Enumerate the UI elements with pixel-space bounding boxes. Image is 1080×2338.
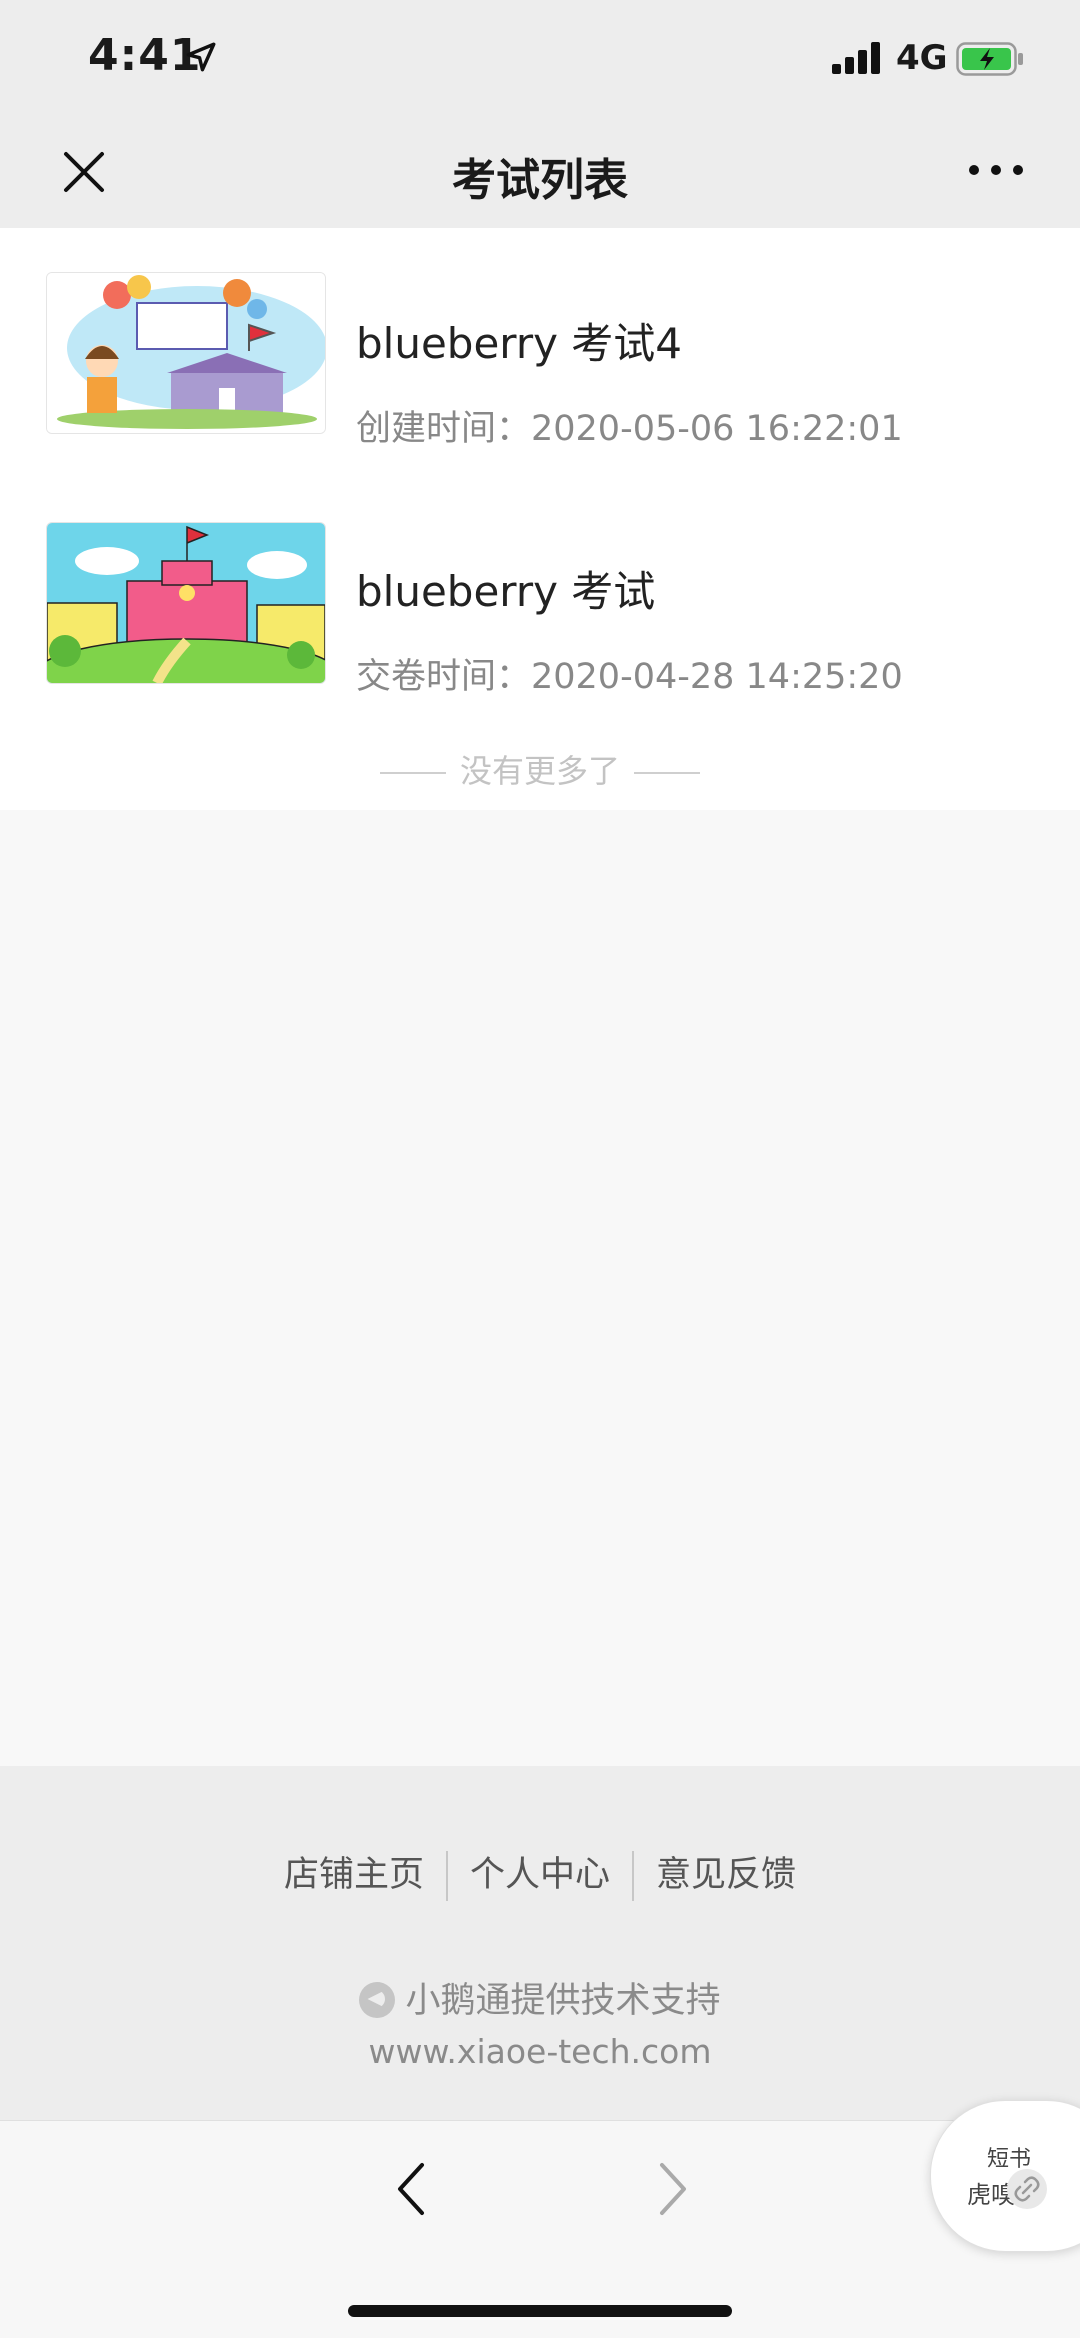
site-url: www.xiaoe-tech.com — [368, 2032, 712, 2071]
shop-home-link[interactable]: 店铺主页 — [262, 1846, 446, 1897]
location-arrow-icon — [186, 42, 216, 72]
exam-list-item[interactable]: blueberry 考试 交卷时间：2020-04-28 14:25:20 — [0, 506, 1080, 706]
footer-links: 店铺主页 个人中心 意见反馈 — [0, 1846, 1080, 1901]
no-more-indicator: 没有更多了 — [0, 746, 1080, 792]
divider — [379, 772, 446, 774]
tech-support: 小鹅通提供技术支持 — [0, 1972, 1080, 2023]
exam-created-time: 创建时间：2020-05-06 16:22:01 — [356, 409, 903, 449]
home-indicator — [348, 2305, 732, 2317]
exam-list: blueberry 考试4 创建时间：2020-05-06 16:22:01 b… — [0, 228, 1080, 810]
exam-thumbnail — [46, 522, 326, 684]
chevron-left-icon[interactable] — [388, 2157, 436, 2221]
page-title: 考试列表 — [452, 155, 628, 206]
chevron-right-icon[interactable] — [648, 2157, 696, 2221]
browser-toolbar — [0, 2120, 1080, 2338]
support-text: 小鹅通提供技术支持 — [405, 1981, 721, 2021]
more-dots-icon[interactable] — [966, 158, 1026, 182]
status-bar: 4:41 4G — [0, 0, 1080, 118]
network-type: 4G — [896, 38, 948, 78]
exam-title: blueberry 考试 — [356, 567, 656, 616]
personal-center-link[interactable]: 个人中心 — [448, 1846, 632, 1897]
divider — [634, 772, 700, 774]
footer: 店铺主页 个人中心 意见反馈 小鹅通提供技术支持 www.xiaoe-tech.co… — [0, 1766, 1080, 2120]
exam-title: blueberry 考试4 — [356, 319, 683, 368]
signal-bars-icon — [832, 42, 880, 74]
exam-thumbnail — [46, 272, 326, 434]
battery-charging-icon — [956, 42, 1023, 76]
no-more-text: 没有更多了 — [459, 752, 620, 790]
xiaoe-logo-icon — [359, 1982, 396, 2018]
exam-list-item[interactable]: blueberry 考试4 创建时间：2020-05-06 16:22:01 — [0, 258, 1080, 458]
link-icon — [1007, 2169, 1047, 2209]
exam-submit-time: 交卷时间：2020-04-28 14:25:20 — [356, 657, 903, 697]
feedback-link[interactable]: 意见反馈 — [634, 1846, 818, 1897]
floating-link-widget[interactable]: 短书 虎嗅 — [930, 2100, 1080, 2252]
nav-bar: 考试列表 — [0, 118, 1080, 228]
